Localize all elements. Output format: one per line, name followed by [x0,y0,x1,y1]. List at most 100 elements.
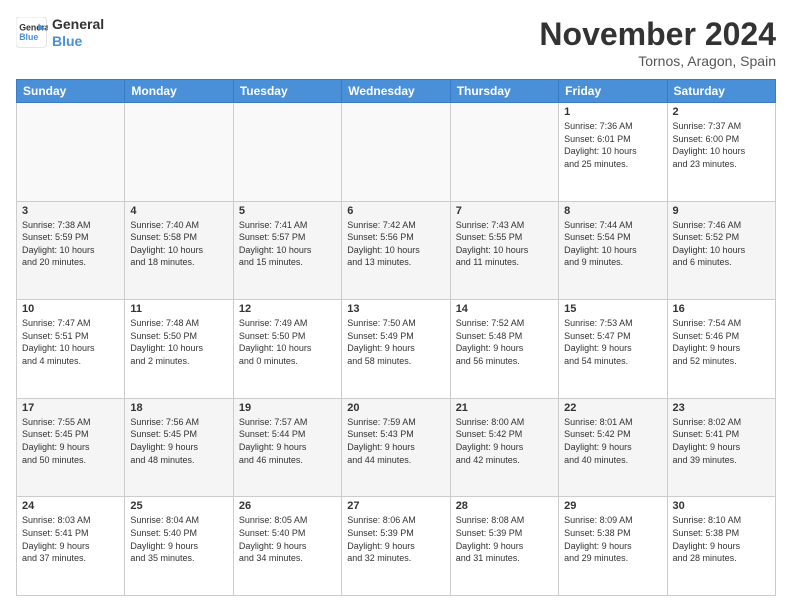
calendar-day: 16 Sunrise: 7:54 AM Sunset: 5:46 PM Dayli… [667,300,775,399]
day-info: Sunrise: 8:02 AM Sunset: 5:41 PM Dayligh… [673,416,770,466]
day-number: 12 [239,303,336,315]
calendar-day: 19 Sunrise: 7:57 AM Sunset: 5:44 PM Dayli… [233,398,341,497]
calendar-day: 10 Sunrise: 7:47 AM Sunset: 5:51 PM Dayli… [17,300,125,399]
day-number: 16 [673,303,770,315]
day-number: 18 [130,402,227,414]
day-number: 9 [673,205,770,217]
day-info: Sunrise: 7:36 AM Sunset: 6:01 PM Dayligh… [564,120,661,170]
weekday-header-row: SundayMondayTuesdayWednesdayThursdayFrid… [17,80,776,103]
day-number: 19 [239,402,336,414]
day-info: Sunrise: 7:52 AM Sunset: 5:48 PM Dayligh… [456,317,553,367]
weekday-header: Saturday [667,80,775,103]
day-number: 4 [130,205,227,217]
calendar-day: 23 Sunrise: 8:02 AM Sunset: 5:41 PM Dayli… [667,398,775,497]
day-info: Sunrise: 8:06 AM Sunset: 5:39 PM Dayligh… [347,514,444,564]
month-title: November 2024 [539,16,776,53]
day-number: 24 [22,500,119,512]
empty-day [233,103,341,202]
calendar-day: 1Sunrise: 7:36 AM Sunset: 6:01 PM Daylig… [559,103,667,202]
day-info: Sunrise: 7:57 AM Sunset: 5:44 PM Dayligh… [239,416,336,466]
week-row: 24 Sunrise: 8:03 AM Sunset: 5:41 PM Dayli… [17,497,776,596]
calendar-day: 20Sunrise: 7:59 AM Sunset: 5:43 PM Dayli… [342,398,450,497]
logo-blue: Blue [52,33,104,50]
day-number: 23 [673,402,770,414]
day-number: 30 [673,500,770,512]
empty-day [342,103,450,202]
page: General Blue General Blue November 2024 … [0,0,792,612]
day-info: Sunrise: 8:00 AM Sunset: 5:42 PM Dayligh… [456,416,553,466]
weekday-header: Tuesday [233,80,341,103]
calendar-day: 24 Sunrise: 8:03 AM Sunset: 5:41 PM Dayli… [17,497,125,596]
day-number: 3 [22,205,119,217]
day-info: Sunrise: 7:42 AM Sunset: 5:56 PM Dayligh… [347,219,444,269]
weekday-header: Friday [559,80,667,103]
calendar-day: 7 Sunrise: 7:43 AM Sunset: 5:55 PM Daylig… [450,201,558,300]
week-row: 17 Sunrise: 7:55 AM Sunset: 5:45 PM Dayli… [17,398,776,497]
day-info: Sunrise: 7:48 AM Sunset: 5:50 PM Dayligh… [130,317,227,367]
day-info: Sunrise: 8:03 AM Sunset: 5:41 PM Dayligh… [22,514,119,564]
day-info: Sunrise: 7:55 AM Sunset: 5:45 PM Dayligh… [22,416,119,466]
day-number: 5 [239,205,336,217]
calendar-day: 13 Sunrise: 7:50 AM Sunset: 5:49 PM Dayli… [342,300,450,399]
empty-day [17,103,125,202]
calendar-day: 27Sunrise: 8:06 AM Sunset: 5:39 PM Dayli… [342,497,450,596]
day-info: Sunrise: 8:01 AM Sunset: 5:42 PM Dayligh… [564,416,661,466]
day-number: 6 [347,205,444,217]
calendar-day: 15Sunrise: 7:53 AM Sunset: 5:47 PM Dayli… [559,300,667,399]
calendar-day: 25Sunrise: 8:04 AM Sunset: 5:40 PM Dayli… [125,497,233,596]
day-number: 8 [564,205,661,217]
logo-icon: General Blue [16,17,48,49]
day-info: Sunrise: 8:04 AM Sunset: 5:40 PM Dayligh… [130,514,227,564]
day-number: 2 [673,106,770,118]
day-info: Sunrise: 7:37 AM Sunset: 6:00 PM Dayligh… [673,120,770,170]
calendar-day: 28 Sunrise: 8:08 AM Sunset: 5:39 PM Dayli… [450,497,558,596]
day-info: Sunrise: 7:50 AM Sunset: 5:49 PM Dayligh… [347,317,444,367]
day-info: Sunrise: 7:40 AM Sunset: 5:58 PM Dayligh… [130,219,227,269]
calendar-day: 21 Sunrise: 8:00 AM Sunset: 5:42 PM Dayli… [450,398,558,497]
calendar-day: 26 Sunrise: 8:05 AM Sunset: 5:40 PM Dayli… [233,497,341,596]
day-number: 13 [347,303,444,315]
day-number: 10 [22,303,119,315]
location: Tornos, Aragon, Spain [539,53,776,69]
calendar-day: 22 Sunrise: 8:01 AM Sunset: 5:42 PM Dayli… [559,398,667,497]
day-info: Sunrise: 7:59 AM Sunset: 5:43 PM Dayligh… [347,416,444,466]
day-number: 26 [239,500,336,512]
header: General Blue General Blue November 2024 … [16,16,776,69]
calendar-day: 2 Sunrise: 7:37 AM Sunset: 6:00 PM Daylig… [667,103,775,202]
calendar-table: SundayMondayTuesdayWednesdayThursdayFrid… [16,79,776,596]
title-block: November 2024 Tornos, Aragon, Spain [539,16,776,69]
day-info: Sunrise: 7:43 AM Sunset: 5:55 PM Dayligh… [456,219,553,269]
day-info: Sunrise: 8:08 AM Sunset: 5:39 PM Dayligh… [456,514,553,564]
day-info: Sunrise: 7:54 AM Sunset: 5:46 PM Dayligh… [673,317,770,367]
logo-general: General [52,16,104,33]
day-info: Sunrise: 8:05 AM Sunset: 5:40 PM Dayligh… [239,514,336,564]
day-number: 21 [456,402,553,414]
day-number: 7 [456,205,553,217]
day-info: Sunrise: 7:56 AM Sunset: 5:45 PM Dayligh… [130,416,227,466]
week-row: 1Sunrise: 7:36 AM Sunset: 6:01 PM Daylig… [17,103,776,202]
calendar-day: 9 Sunrise: 7:46 AM Sunset: 5:52 PM Daylig… [667,201,775,300]
weekday-header: Monday [125,80,233,103]
svg-text:General: General [19,22,48,32]
day-info: Sunrise: 7:38 AM Sunset: 5:59 PM Dayligh… [22,219,119,269]
calendar-day: 4 Sunrise: 7:40 AM Sunset: 5:58 PM Daylig… [125,201,233,300]
empty-day [125,103,233,202]
logo: General Blue General Blue [16,16,104,50]
week-row: 3 Sunrise: 7:38 AM Sunset: 5:59 PM Daylig… [17,201,776,300]
day-number: 22 [564,402,661,414]
day-number: 28 [456,500,553,512]
weekday-header: Wednesday [342,80,450,103]
calendar-day: 12Sunrise: 7:49 AM Sunset: 5:50 PM Dayli… [233,300,341,399]
day-number: 29 [564,500,661,512]
day-info: Sunrise: 7:41 AM Sunset: 5:57 PM Dayligh… [239,219,336,269]
calendar-day: 6 Sunrise: 7:42 AM Sunset: 5:56 PM Daylig… [342,201,450,300]
svg-text:Blue: Blue [19,32,38,42]
day-number: 17 [22,402,119,414]
day-info: Sunrise: 7:44 AM Sunset: 5:54 PM Dayligh… [564,219,661,269]
empty-day [450,103,558,202]
day-info: Sunrise: 7:47 AM Sunset: 5:51 PM Dayligh… [22,317,119,367]
day-info: Sunrise: 8:10 AM Sunset: 5:38 PM Dayligh… [673,514,770,564]
day-info: Sunrise: 7:53 AM Sunset: 5:47 PM Dayligh… [564,317,661,367]
day-info: Sunrise: 7:46 AM Sunset: 5:52 PM Dayligh… [673,219,770,269]
calendar-day: 30 Sunrise: 8:10 AM Sunset: 5:38 PM Dayli… [667,497,775,596]
